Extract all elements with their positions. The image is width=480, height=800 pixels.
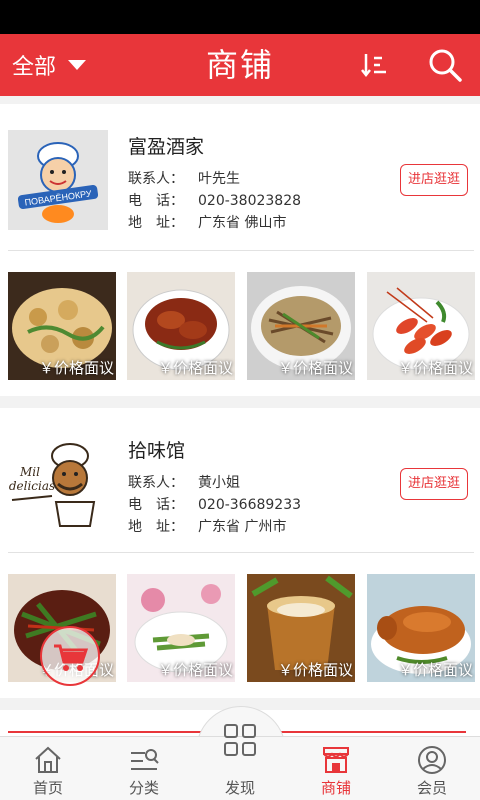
price-tag: ￥价格面议 [397,359,473,377]
product-thumb[interactable]: ￥价格面议 [127,272,235,380]
shop-phone: 电话： 020-36689233 [128,494,301,514]
divider [8,250,474,251]
home-icon [35,746,61,773]
contact-label: 联系人： [128,171,184,187]
product-row: ￥价格面议 ￥价格面议 [0,272,480,382]
nav-category-label: 分类 [128,779,159,797]
phone-label-a: 电 [128,193,142,209]
page-title: 商铺 [205,46,274,84]
cart-floating-button[interactable] [40,626,100,686]
contact-label: 联系人： [128,475,184,491]
shop-address: 地址： 广东省 佛山市 [128,212,286,232]
discover-icon [224,724,256,756]
nav-member-label: 会员 [416,779,447,797]
sort-icon[interactable] [360,50,390,80]
phone-label-a: 电 [128,497,142,513]
shop-logo-chef: Mil delicias [8,434,108,534]
contact-value: 黄小姐 [198,475,240,491]
address-label-a: 地 [128,215,142,231]
shop-logo-chef: ПОВАРЁНОКРУ [8,130,108,230]
phone-value: 020-38023828 [198,193,302,209]
top-bar: 全部 商铺 [0,34,480,96]
shop-contact: 联系人： 叶先生 [128,168,240,188]
price-tag: ￥价格面议 [157,661,233,679]
phone-label-b: 话： [156,193,184,209]
product-thumb[interactable]: ￥价格面议 [247,272,355,380]
category-icon [131,749,159,770]
svg-text:delicias: delicias [9,479,55,493]
address-value: 广东省 佛山市 [198,215,287,231]
status-bar [0,0,480,34]
nav-discover-label: 发现 [224,779,255,797]
search-icon[interactable] [426,46,464,84]
product-thumb[interactable]: ￥价格面议 [367,272,475,380]
shop-header: Mil delicias 拾味馆 联系人： 黄小姐 电话： 020-36689233… [0,408,480,554]
nav-home[interactable]: 首页 [0,737,96,800]
address-value: 广东省 广州市 [198,519,287,535]
nav-shop[interactable]: 商铺 [288,737,384,800]
bottom-nav: 首页 分类 发现 商铺 会员 [0,724,480,800]
price-tag: ￥价格面议 [277,359,353,377]
nav-discover[interactable]: 发现 [192,724,288,800]
contact-value: 叶先生 [198,171,240,187]
enter-shop-button[interactable]: 进店逛逛 [400,164,468,196]
price-tag: ￥价格面议 [397,661,473,679]
phone-label-b: 话： [156,497,184,513]
shop-card[interactable]: ПОВАРЁНОКРУ 富盈酒家 联系人： 叶先生 电话： 020-38023828… [0,104,480,396]
shop-name: 富盈酒家 [128,136,205,158]
phone-value: 020-36689233 [198,497,302,513]
cart-icon [54,644,89,671]
price-tag: ￥价格面议 [157,359,233,377]
shop-address: 地址： 广东省 广州市 [128,516,286,536]
logo-text: Mil [19,465,40,479]
shop-icon [323,747,349,773]
product-thumb[interactable]: ￥价格面议 [367,574,475,682]
price-tag: ￥价格面议 [277,661,353,679]
nav-category[interactable]: 分类 [96,737,192,800]
nav-member[interactable]: 会员 [384,737,480,800]
address-label-a: 地 [128,519,142,535]
product-thumb[interactable]: ￥价格面议 [247,574,355,682]
member-icon [418,746,446,774]
shop-header: ПОВАРЁНОКРУ 富盈酒家 联系人： 叶先生 电话： 020-38023828… [0,104,480,250]
shop-phone: 电话： 020-38023828 [128,190,301,210]
price-tag: ￥价格面议 [38,359,114,377]
nav-shop-label: 商铺 [320,779,351,797]
product-thumb[interactable]: ￥价格面议 [8,272,116,380]
enter-shop-button[interactable]: 进店逛逛 [400,468,468,500]
divider [8,552,474,553]
shop-name: 拾味馆 [128,440,186,462]
address-label-b: 址： [156,519,184,535]
address-label-b: 址： [156,215,184,231]
nav-home-label: 首页 [32,779,63,797]
product-thumb[interactable]: ￥价格面议 [127,574,235,682]
shop-contact: 联系人： 黄小姐 [128,472,240,492]
